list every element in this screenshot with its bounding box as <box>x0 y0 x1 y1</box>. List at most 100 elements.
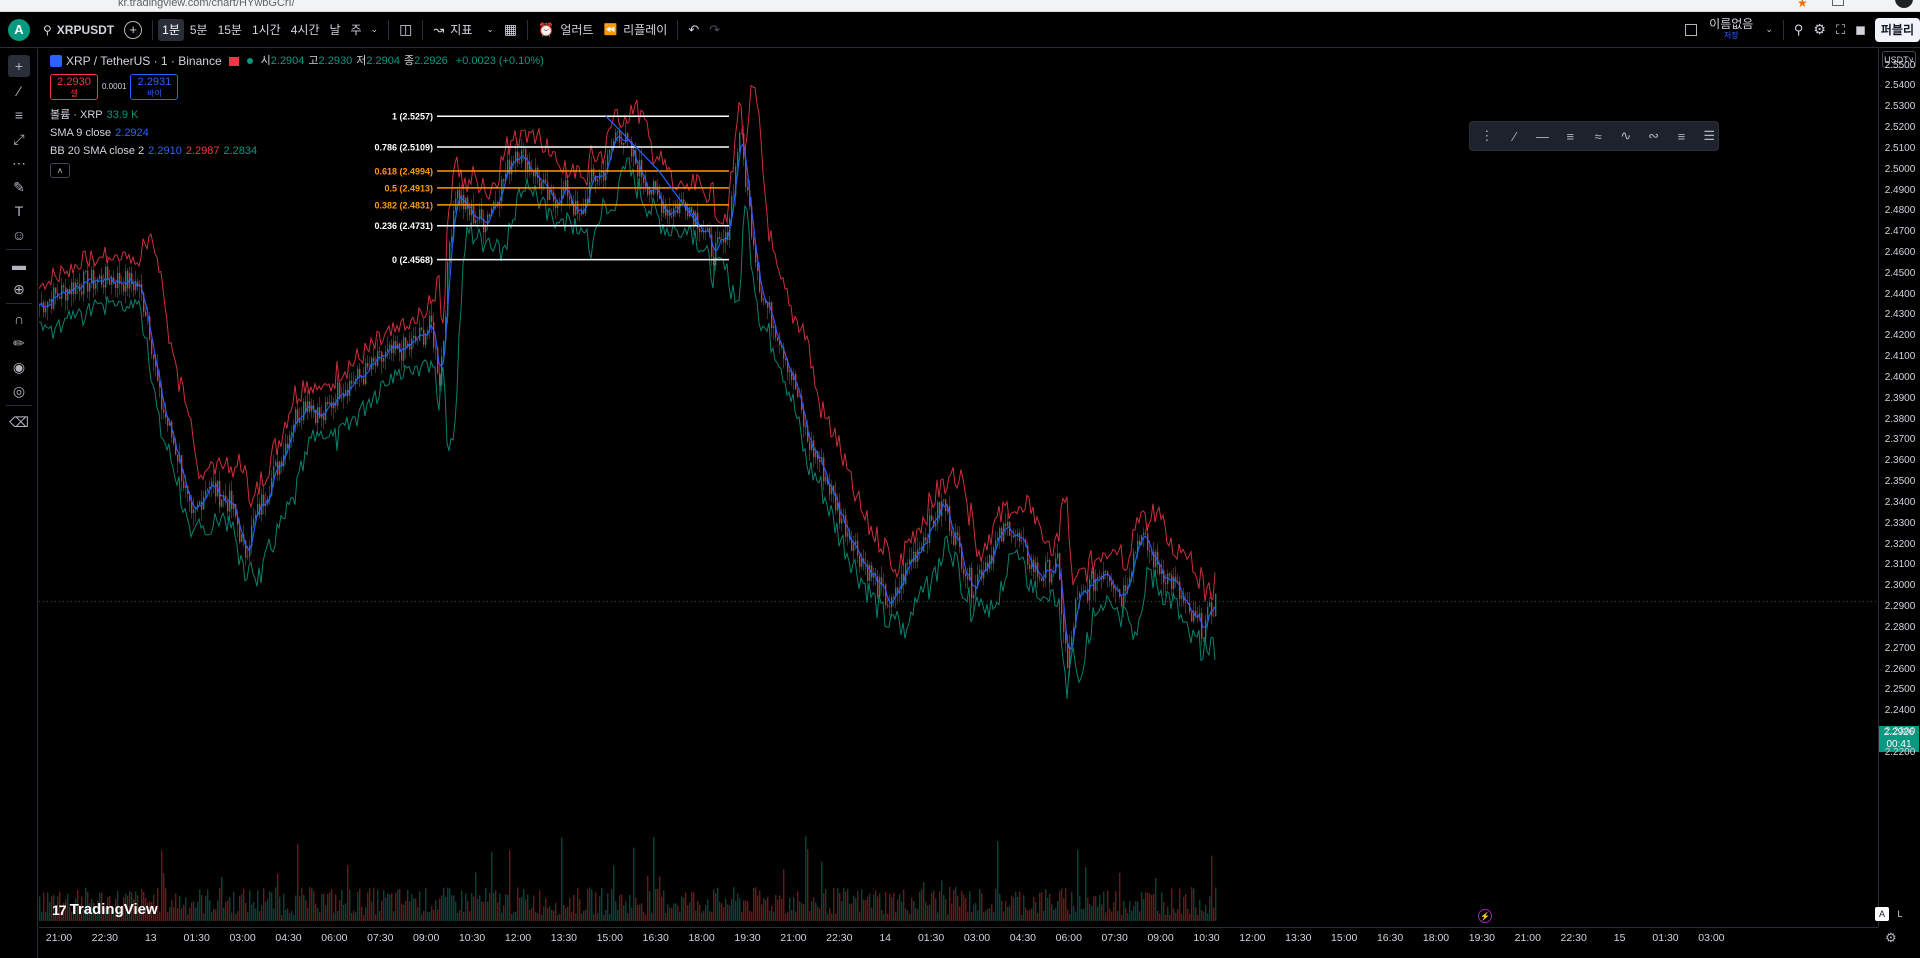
buy-button[interactable]: 2.2931 바이 <box>130 74 179 100</box>
candle-body <box>845 515 847 537</box>
volume-bar <box>1063 897 1065 921</box>
profile-icon[interactable] <box>1895 0 1913 8</box>
zoom-in-icon[interactable]: ⊕ <box>8 278 30 300</box>
indicators-button[interactable]: ↝ 지표 ⌄ <box>428 17 499 43</box>
brush-icon[interactable]: ✎ <box>8 176 30 198</box>
compare-symbol-button[interactable]: + <box>119 17 147 43</box>
horizontal-ray-icon[interactable]: — <box>1534 129 1552 144</box>
sell-button[interactable]: 2.2930 셀 <box>50 74 98 100</box>
log-scale-button[interactable]: L <box>1893 907 1907 921</box>
timeframe-1[interactable]: 5분 <box>186 19 212 41</box>
elliott-wave-icon[interactable]: ∿ <box>1617 128 1635 144</box>
volume-bar <box>911 897 913 921</box>
timeframe-6[interactable]: 주 <box>347 19 366 41</box>
tab-search-icon[interactable] <box>1832 0 1844 6</box>
legend-bb-row[interactable]: BB 20 SMA close 2 2.2910 2.2987 2.2834 <box>50 142 544 160</box>
legend-title[interactable]: XRP / TetherUS · 1 · Binance <box>66 52 222 70</box>
eye-icon[interactable]: ◎ <box>8 380 30 402</box>
bookmark-star-icon[interactable]: ★ <box>1797 0 1808 10</box>
drag-handle-icon[interactable]: ⋮ <box>1478 128 1496 144</box>
volume-bar <box>641 903 643 921</box>
sma-value: 2.2924 <box>115 127 149 139</box>
undo-button[interactable]: ↶ <box>683 17 704 43</box>
price-scale[interactable]: USDT ˅ 2.2926 00:41 2.5500 2.5400 2.5300 2.5… <box>1878 49 1920 927</box>
auto-scale-button[interactable]: A <box>1875 907 1889 921</box>
volume-bar <box>349 889 351 921</box>
chart-pane[interactable]: 1 (2.5257) 0.786 (2.5109) 0.618 (2.4994) 0.… <box>39 49 1880 927</box>
timeframe-2[interactable]: 15분 <box>214 19 246 41</box>
abc-wave-icon[interactable]: ∾ <box>1645 128 1663 144</box>
replay-button[interactable]: ⏪ 리플레이 <box>598 17 672 43</box>
fib-icon[interactable]: ≡ <box>1561 129 1579 144</box>
volume-bar <box>535 911 537 921</box>
trend-line-icon[interactable]: ∕ <box>1506 129 1524 144</box>
timeframe-5[interactable]: 날 <box>326 19 345 41</box>
interval-dropdown-button[interactable]: ⌄ <box>366 17 384 43</box>
volume-bar <box>835 913 837 921</box>
fib-retracement-icon[interactable]: ≡ <box>8 104 30 126</box>
candle-body <box>485 226 487 233</box>
trend-line-icon[interactable]: ∕ <box>8 80 30 102</box>
price-tick: 2.3500 <box>1884 476 1916 488</box>
lightning-icon[interactable]: ⚡ <box>1478 909 1492 923</box>
timeframe-4[interactable]: 4시간 <box>287 19 324 41</box>
alert-button[interactable]: ⏰ 얼러트 <box>533 17 598 43</box>
candle-body <box>963 568 965 575</box>
lock-icon[interactable]: ◉ <box>8 356 30 378</box>
price-tick: 2.2300 <box>1884 726 1916 737</box>
tradingview-watermark[interactable]: 17 TradingView <box>52 901 158 918</box>
publish-button[interactable]: 퍼블리 <box>1874 17 1920 42</box>
volume-bar <box>235 914 237 921</box>
forecast-icon[interactable]: ⋯ <box>8 152 30 174</box>
quick-search-button[interactable]: ⚲ <box>1789 17 1809 43</box>
chevron-down-icon: ⌄ <box>486 24 494 34</box>
settings-button[interactable]: ⚙ <box>1808 17 1831 43</box>
candle-body <box>973 594 975 599</box>
volume-bar <box>1023 895 1025 921</box>
channel-icon[interactable]: ≡ <box>1672 129 1690 144</box>
symbol-search-button[interactable]: ⚲ XRPUSDT <box>38 17 119 43</box>
pattern-icon[interactable]: ≈ <box>1589 129 1607 144</box>
fullscreen-button[interactable]: ⛶ <box>1831 17 1850 43</box>
candle-body <box>1209 602 1211 607</box>
volume-bar <box>163 873 165 921</box>
legend-sma-row[interactable]: SMA 9 close 2.2924 <box>50 124 544 142</box>
trash-icon[interactable]: ⌫ <box>8 411 30 433</box>
price-tick: 2.5500 <box>1884 59 1916 71</box>
redo-button[interactable]: ↷ <box>704 17 725 43</box>
timeframe-3[interactable]: 1시간 <box>248 19 285 41</box>
emoji-icon[interactable]: ☺ <box>8 224 30 246</box>
url-text[interactable]: kr.tradingview.com/chart/HYwbGCrI/ <box>118 0 295 9</box>
time-tick: 22:30 <box>1560 932 1587 944</box>
volume-bar <box>1097 906 1099 921</box>
volume-bar <box>405 900 407 921</box>
pattern-icon[interactable]: ⤢ <box>8 128 30 150</box>
candle-body <box>1007 521 1009 526</box>
lock-pencil-icon[interactable]: ✏ <box>8 332 30 354</box>
time-scale[interactable]: 21:00 22:30 13 01:30 03:00 04:30 06:00 07:30 09:… <box>39 927 1878 949</box>
templates-button[interactable]: ▦ <box>499 17 522 43</box>
layout-select-button[interactable]: 이름없음 저장 ⌄ <box>1680 17 1778 43</box>
ruler-icon[interactable]: ▬ <box>8 254 30 276</box>
time-tick: 12:00 <box>1239 932 1266 944</box>
crosshair-icon[interactable]: + <box>8 55 30 77</box>
settings-lines-icon[interactable]: ☰ <box>1700 128 1718 144</box>
volume-bar <box>793 897 795 921</box>
gear-icon[interactable]: ⚙ <box>1885 930 1897 946</box>
volume-bar <box>1067 909 1069 921</box>
legend-volume-row[interactable]: 볼륨 · XRP 33.9 K <box>50 106 544 124</box>
price-tick: 2.3200 <box>1884 538 1916 550</box>
magnet-icon[interactable]: ∩ <box>8 308 30 330</box>
volume-bar <box>693 892 695 921</box>
legend-collapse-button[interactable]: ˄ <box>50 163 70 178</box>
price-chart[interactable]: 1 (2.5257)0.786 (2.5109)0.618 (2.4994)0.… <box>39 49 1878 927</box>
snapshot-button[interactable]: ◼ <box>1850 17 1871 43</box>
volume-bar <box>909 914 911 921</box>
text-icon[interactable]: T <box>8 200 30 222</box>
user-avatar[interactable]: A <box>8 18 30 41</box>
timeframe-0[interactable]: 1분 <box>158 18 184 41</box>
candle-body <box>593 168 595 176</box>
volume-bar <box>871 907 873 921</box>
candle-body <box>177 454 179 462</box>
chart-type-button[interactable]: ◫ <box>394 17 417 43</box>
